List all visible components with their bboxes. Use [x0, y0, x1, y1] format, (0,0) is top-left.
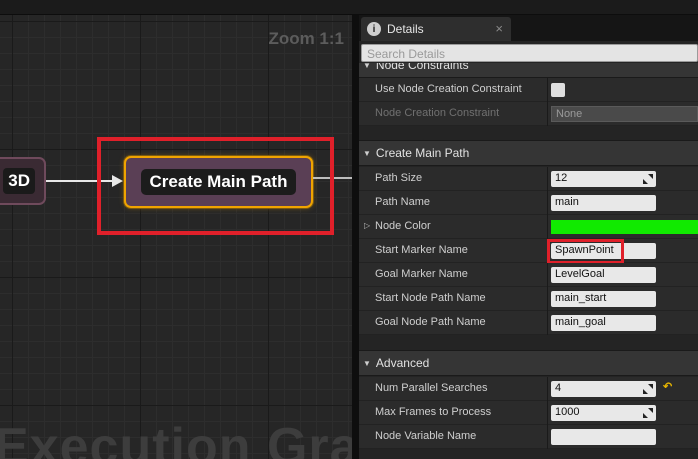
node-3d[interactable]: 3D [0, 157, 46, 205]
spin-arrows-icon[interactable] [643, 408, 653, 418]
goal-node-path-name-input[interactable]: main_goal [551, 315, 656, 331]
use-node-creation-constraint-label: Use Node Creation Constraint [375, 83, 522, 95]
spin-arrows-icon[interactable] [643, 384, 653, 394]
chevron-down-icon: ▼ [363, 148, 371, 158]
use-node-creation-constraint-checkbox[interactable] [551, 83, 565, 97]
row-path-name: Path Name main [359, 191, 698, 215]
goal-node-path-name-label: Goal Node Path Name [375, 316, 486, 328]
panel-splitter[interactable] [352, 15, 359, 459]
category-advanced-label: Advanced [375, 356, 430, 370]
column-divider[interactable] [547, 377, 548, 401]
details-panel: i Details × Search Details ▼ Node Constr… [359, 15, 698, 459]
num-parallel-searches-value: 4 [555, 382, 562, 394]
row-start-node-path-name: Start Node Path Name main_start [359, 287, 698, 311]
column-divider[interactable] [547, 311, 548, 335]
row-use-node-creation-constraint: Use Node Creation Constraint [359, 78, 698, 102]
row-goal-marker-name: Goal Marker Name LevelGoal [359, 263, 698, 287]
tab-strip: i Details × [359, 15, 698, 41]
row-node-creation-constraint: Node Creation Constraint None [359, 102, 698, 126]
chevron-down-icon: ▼ [363, 63, 371, 70]
node-variable-name-label: Node Variable Name [375, 430, 477, 442]
max-frames-to-process-label: Max Frames to Process [375, 406, 492, 418]
close-icon[interactable]: × [495, 21, 503, 36]
path-name-input[interactable]: main [551, 195, 656, 211]
highlight-box-node [97, 137, 334, 235]
spin-arrows-icon[interactable] [643, 174, 653, 184]
category-create-main-path[interactable]: ▼ Create Main Path [359, 140, 698, 166]
expand-arrow-icon[interactable]: ▷ [364, 221, 370, 230]
tab-details-label: Details [387, 22, 424, 36]
row-start-marker-name: Start Marker Name SpawnPoint [359, 239, 698, 264]
search-details-input[interactable]: Search Details [361, 44, 698, 62]
start-node-path-name-input[interactable]: main_start [551, 291, 656, 307]
column-divider[interactable] [547, 287, 548, 311]
max-frames-to-process-input[interactable]: 1000 [551, 405, 656, 421]
row-node-color: ▷ Node Color [359, 215, 698, 239]
goal-marker-name-input[interactable]: LevelGoal [551, 267, 656, 283]
column-divider[interactable] [547, 191, 548, 215]
max-frames-to-process-value: 1000 [555, 406, 580, 418]
category-create-main-path-label: Create Main Path [375, 146, 470, 160]
reset-to-default-icon[interactable]: ↶ [663, 380, 672, 393]
top-strip [0, 0, 698, 15]
execution-graph-canvas[interactable]: Zoom 1:1 Execution Graph 3D Create Main … [0, 15, 352, 459]
goal-marker-name-label: Goal Marker Name [375, 268, 468, 280]
node-color-swatch[interactable] [551, 220, 698, 234]
column-divider[interactable] [547, 401, 548, 425]
column-divider[interactable] [547, 167, 548, 191]
start-node-path-name-label: Start Node Path Name [375, 292, 486, 304]
tab-details[interactable]: i Details × [361, 17, 511, 41]
column-divider[interactable] [547, 215, 548, 239]
column-divider[interactable] [547, 78, 548, 102]
row-node-variable-name: Node Variable Name [359, 425, 698, 449]
category-advanced[interactable]: ▼ Advanced [359, 350, 698, 376]
path-size-input[interactable]: 12 [551, 171, 656, 187]
path-size-label: Path Size [375, 172, 423, 184]
num-parallel-searches-label: Num Parallel Searches [375, 382, 488, 394]
node-creation-constraint-dropdown[interactable]: None [551, 106, 698, 122]
graph-watermark: Execution Graph [0, 418, 352, 459]
category-node-constraints-label: Node Constraints [375, 63, 469, 72]
path-size-value: 12 [555, 172, 568, 184]
num-parallel-searches-input[interactable]: 4 [551, 381, 656, 397]
node-variable-name-input[interactable] [551, 429, 656, 445]
column-divider[interactable] [547, 102, 548, 126]
info-magnifier-icon: i [367, 22, 381, 36]
row-goal-node-path-name: Goal Node Path Name main_goal [359, 311, 698, 335]
column-divider[interactable] [547, 263, 548, 287]
highlight-box-field [547, 239, 624, 264]
node-creation-constraint-label: Node Creation Constraint [375, 107, 500, 119]
row-max-frames-to-process: Max Frames to Process 1000 [359, 401, 698, 425]
start-marker-name-label: Start Marker Name [375, 244, 468, 256]
details-scroll-area[interactable]: ▼ Node Constraints Use Node Creation Con… [359, 63, 698, 459]
node-color-label: Node Color [375, 220, 431, 232]
node-3d-title: 3D [3, 168, 35, 194]
row-path-size: Path Size 12 [359, 167, 698, 191]
column-divider[interactable] [547, 425, 548, 449]
path-name-label: Path Name [375, 196, 431, 208]
chevron-down-icon: ▼ [363, 358, 371, 368]
row-num-parallel-searches: Num Parallel Searches 4 ↶ [359, 377, 698, 401]
category-node-constraints[interactable]: ▼ Node Constraints [359, 63, 698, 78]
zoom-label: Zoom 1:1 [268, 29, 344, 48]
